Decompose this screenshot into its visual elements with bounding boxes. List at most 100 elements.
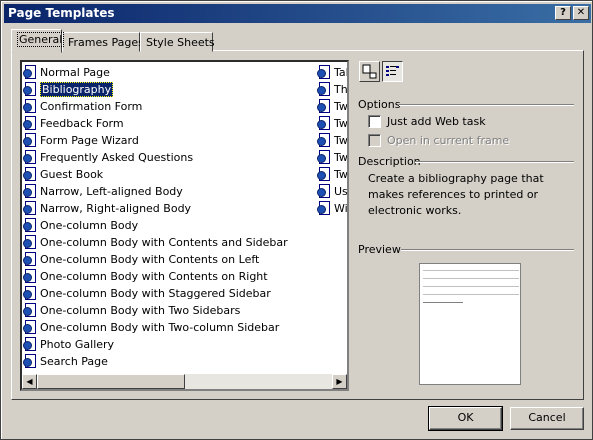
list-view-button[interactable] [382, 61, 403, 82]
list-item[interactable]: One-column Body with Two-column Sidebar [23, 319, 279, 336]
web-page-icon [23, 150, 37, 165]
list-item[interactable]: Narrow, Right-aligned Body [23, 200, 191, 217]
list-item[interactable]: Frequently Asked Questions [23, 149, 193, 166]
web-page-icon [317, 201, 331, 216]
list-item-label: One-column Body with Staggered Sidebar [40, 287, 271, 300]
list-item[interactable]: One-column Body with Contents and Sideba… [23, 234, 288, 251]
description-text: Create a bibliography page that makes re… [368, 172, 544, 217]
list-item[interactable]: Photo Gallery [23, 336, 114, 353]
list-item-label: Use [334, 185, 348, 198]
tab-general-label: General [17, 32, 65, 47]
list-item-label: One-column Body with Contents and Sideba… [40, 236, 288, 249]
options-divider [399, 104, 574, 106]
list-item-label: Photo Gallery [40, 338, 115, 351]
ok-button[interactable]: OK [428, 406, 503, 431]
list-item[interactable]: Use [317, 183, 348, 200]
web-page-icon [317, 167, 331, 182]
tab-general[interactable]: General [11, 29, 65, 53]
web-page-icon [23, 65, 37, 80]
description-heading: Description [358, 155, 421, 168]
list-item[interactable]: One-column Body with Contents on Left [23, 251, 259, 268]
list-item-label: Tw [334, 100, 348, 113]
web-page-icon [317, 82, 331, 97]
web-page-icon [23, 337, 37, 352]
list-item-label: Tw [334, 117, 348, 130]
list-view-icon [386, 66, 399, 76]
preview-heading: Preview [358, 243, 401, 256]
scroll-left-button[interactable]: ◀ [22, 374, 37, 389]
list-item[interactable]: Narrow, Left-aligned Body [23, 183, 183, 200]
list-item[interactable]: Tal [317, 64, 349, 81]
tab-frames-pages[interactable]: Frames Pages [62, 32, 144, 52]
list-item[interactable]: Tw [317, 98, 348, 115]
list-item[interactable]: One-column Body with Staggered Sidebar [23, 285, 271, 302]
web-page-icon [23, 116, 37, 131]
web-page-icon [317, 65, 331, 80]
list-item-label: One-column Body with Two Sidebars [40, 304, 241, 317]
list-item[interactable]: One-column Body with Contents on Right [23, 268, 268, 285]
web-page-icon [23, 201, 37, 216]
list-item-label: Tw [334, 168, 348, 181]
web-page-icon [23, 320, 37, 335]
list-item-label: Narrow, Left-aligned Body [40, 185, 183, 198]
list-item-label: Bibliography [40, 82, 114, 97]
description-divider [415, 161, 574, 163]
list-item[interactable]: Search Page [23, 353, 108, 370]
list-item[interactable]: Form Page Wizard [23, 132, 139, 149]
checkbox-box[interactable] [368, 115, 381, 128]
web-page-icon [23, 82, 37, 97]
web-page-icon [317, 184, 331, 199]
web-page-icon [23, 99, 37, 114]
web-page-icon [23, 184, 37, 199]
preview-thumbnail [419, 263, 521, 385]
list-item-label: Tal [334, 66, 349, 79]
list-item[interactable]: Normal Page [23, 64, 110, 81]
list-item[interactable]: Confirmation Form [23, 98, 142, 115]
list-item[interactable]: Feedback Form [23, 115, 124, 132]
title-bar[interactable]: Page Templates ? ✕ [4, 4, 591, 23]
preview-divider [401, 249, 574, 251]
horizontal-scrollbar[interactable]: ◀ ▶ [22, 374, 347, 389]
checkbox-box [368, 134, 381, 147]
web-page-icon [317, 150, 331, 165]
options-heading: Options [358, 98, 401, 111]
window-title: Page Templates [8, 6, 115, 20]
help-button[interactable]: ? [555, 6, 571, 20]
web-page-icon [23, 354, 37, 369]
list-item[interactable]: Tw [317, 132, 348, 149]
list-item-label: Normal Page [40, 66, 110, 79]
open-in-current-frame-checkbox: Open in current frame [368, 134, 509, 147]
list-item[interactable]: Guest Book [23, 166, 103, 183]
tab-style-sheets-label: Style Sheets [146, 36, 215, 49]
list-item-label: Frequently Asked Questions [40, 151, 194, 164]
web-page-icon [317, 133, 331, 148]
web-page-icon [317, 99, 331, 114]
list-item-label: One-column Body with Contents on Right [40, 270, 268, 283]
list-item[interactable]: Tw [317, 115, 348, 132]
list-item[interactable]: Thr [317, 81, 348, 98]
list-item[interactable]: Tw [317, 149, 347, 166]
just-add-web-task-checkbox[interactable]: Just add Web task [368, 115, 486, 128]
list-item[interactable]: One-column Body [23, 217, 138, 234]
list-item[interactable]: One-column Body with Two Sidebars [23, 302, 240, 319]
web-page-icon [23, 218, 37, 233]
list-item-label: Guest Book [40, 168, 104, 181]
large-icons-view-button[interactable] [359, 61, 380, 82]
large-icons-view-icon [362, 64, 377, 79]
list-item-label: Thr [334, 83, 348, 96]
cancel-button[interactable]: Cancel [510, 407, 584, 430]
web-page-icon [23, 133, 37, 148]
list-item-label: One-column Body with Two-column Sidebar [40, 321, 280, 334]
list-item-label: Wid [334, 202, 348, 215]
list-item-label: Form Page Wizard [40, 134, 139, 147]
list-item-label: Tw [334, 134, 348, 147]
scrollbar-thumb[interactable] [37, 374, 185, 389]
tab-style-sheets[interactable]: Style Sheets [140, 32, 215, 52]
list-item[interactable]: Tw [317, 166, 348, 183]
scroll-right-button[interactable]: ▶ [332, 374, 347, 389]
list-item[interactable]: Wid [317, 200, 348, 217]
list-item-label: One-column Body [40, 219, 139, 232]
close-button[interactable]: ✕ [573, 6, 589, 20]
list-item-selected[interactable]: Bibliography [23, 81, 114, 98]
template-list[interactable]: Normal Page Bibliography Confirmation Fo… [20, 60, 349, 391]
